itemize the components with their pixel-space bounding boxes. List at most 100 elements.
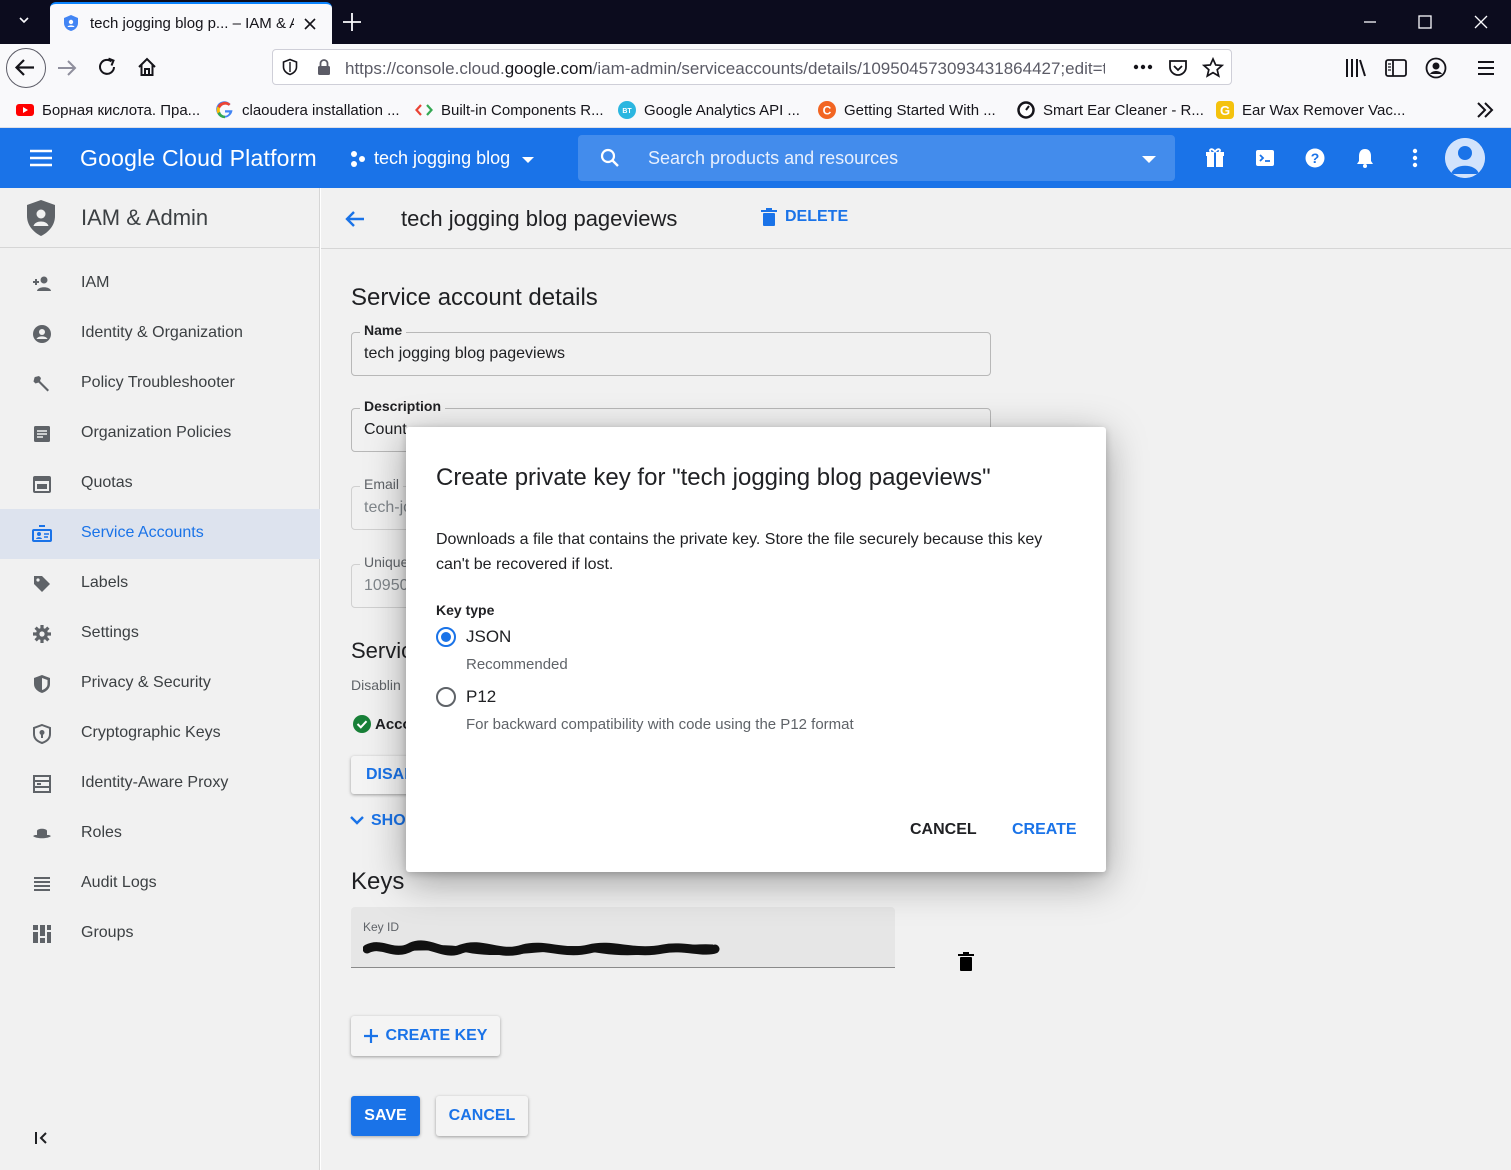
search-input[interactable]: Search products and resources <box>648 148 898 169</box>
account-icon[interactable] <box>1424 56 1448 80</box>
reload-icon[interactable] <box>96 56 118 78</box>
bookmark-item[interactable]: Smart Ear Cleaner - R... <box>1017 92 1204 128</box>
forward-icon[interactable] <box>56 57 78 79</box>
sidebar-toggle-icon[interactable] <box>1384 56 1408 80</box>
g-icon: G <box>1216 101 1234 119</box>
sidebar-item-cryptographic-keys[interactable]: Cryptographic Keys <box>0 709 320 759</box>
more-bookmarks-icon[interactable] <box>1474 100 1496 120</box>
p12-option-label[interactable]: P12 <box>466 687 496 707</box>
unique-id-value: 10950 <box>364 577 409 594</box>
show-more-label: SHO <box>371 812 406 829</box>
maximize-icon[interactable] <box>1415 12 1435 32</box>
lock-icon[interactable] <box>315 58 333 76</box>
create-private-key-dialog: Create private key for "tech jogging blo… <box>406 427 1106 872</box>
sidebar-item-policy-troubleshooter[interactable]: Policy Troubleshooter <box>0 359 320 409</box>
help-icon[interactable]: ? <box>1304 147 1326 169</box>
sidebar-item-label: Settings <box>81 624 139 641</box>
bookmark-item[interactable]: C Getting Started With ... <box>818 92 996 128</box>
gift-icon[interactable] <box>1204 147 1226 169</box>
more-vert-icon[interactable] <box>1404 147 1426 169</box>
tab-close-icon[interactable] <box>302 16 318 32</box>
project-selector[interactable]: tech jogging blog <box>348 148 540 169</box>
home-icon[interactable] <box>136 56 158 78</box>
bookmark-item[interactable]: Built-in Components R... <box>415 92 604 128</box>
p12-radio[interactable] <box>436 687 456 707</box>
bookmark-item[interactable]: G Ear Wax Remover Vac... <box>1216 92 1405 128</box>
list-icon <box>34 877 50 891</box>
trash-icon <box>761 208 777 226</box>
save-label: SAVE <box>364 1107 407 1124</box>
sidebar-item-label: Policy Troubleshooter <box>81 374 235 391</box>
json-option-label[interactable]: JSON <box>466 627 511 647</box>
sidebar-item-labels[interactable]: Labels <box>0 559 320 609</box>
back-arrow-icon[interactable] <box>343 207 367 231</box>
person-add-icon <box>33 276 51 291</box>
bookmark-item[interactable]: BT Google Analytics API ... <box>618 92 800 128</box>
url-prefix: https://console.cloud. <box>345 59 505 78</box>
chevron-down-icon <box>522 156 535 163</box>
save-button[interactable]: SAVE <box>351 1096 420 1136</box>
gear-icon <box>33 625 51 643</box>
sidebar-item-label: Audit Logs <box>81 874 157 891</box>
sidebar-item-groups[interactable]: Groups <box>0 909 320 959</box>
c-icon: C <box>818 101 836 119</box>
bookmark-item[interactable]: Борная кислота. Пра... <box>16 92 200 128</box>
sidebar-item-audit-logs[interactable]: Audit Logs <box>0 859 320 909</box>
url-domain: google.com <box>504 59 593 78</box>
delete-key-icon[interactable] <box>958 951 974 971</box>
delete-button[interactable]: DELETE <box>761 208 848 226</box>
create-key-button[interactable]: CREATE KEY <box>351 1016 500 1056</box>
sidebar-item-label: Roles <box>81 824 122 841</box>
minimize-icon[interactable] <box>1360 12 1380 32</box>
search-dropdown-icon[interactable] <box>1138 149 1160 169</box>
sidebar-item-organization-policies[interactable]: Organization Policies <box>0 409 320 459</box>
sidebar-item-identity-aware-proxy[interactable]: Identity-Aware Proxy <box>0 759 320 809</box>
hamburger-menu-icon[interactable] <box>28 147 54 169</box>
browser-navbar: https://console.cloud.google.com/iam-adm… <box>0 44 1511 92</box>
gcp-header: Google Cloud Platform tech jogging blog … <box>0 128 1511 188</box>
bookmark-item[interactable]: claoudera installation ... <box>216 92 400 128</box>
sidebar-item-label: Cryptographic Keys <box>81 724 221 741</box>
sidebar-item-privacy-security[interactable]: Privacy & Security <box>0 659 320 709</box>
pocket-icon[interactable] <box>1167 57 1189 79</box>
sidebar-item-iam[interactable]: IAM <box>0 259 320 309</box>
new-tab-icon[interactable] <box>341 11 363 33</box>
sidebar-item-settings[interactable]: Settings <box>0 609 320 659</box>
delete-label: DELETE <box>785 208 849 225</box>
address-bar[interactable]: https://console.cloud.google.com/iam-adm… <box>272 49 1232 85</box>
sidebar-item-service-accounts[interactable]: Service Accounts <box>0 509 320 559</box>
name-field[interactable]: Name tech jogging blog pageviews <box>351 322 991 376</box>
iam-shield-icon <box>25 199 57 237</box>
show-more-toggle[interactable]: SHO <box>349 812 406 830</box>
json-radio[interactable] <box>436 627 456 647</box>
bookmark-star-icon[interactable] <box>1202 57 1224 79</box>
project-dots-icon <box>351 150 365 167</box>
back-icon[interactable] <box>6 48 46 88</box>
sidebar-item-roles[interactable]: Roles <box>0 809 320 859</box>
search-bar[interactable]: Search products and resources <box>578 135 1175 181</box>
sidebar-item-identity-organization[interactable]: Identity & Organization <box>0 309 320 359</box>
plus-icon <box>363 1029 378 1043</box>
sidebar-item-quotas[interactable]: Quotas <box>0 459 320 509</box>
key-id-field: Key ID <box>351 907 895 968</box>
bookmark-label: Борная кислота. Пра... <box>42 101 201 119</box>
dialog-create-button[interactable]: CREATE <box>1012 821 1077 839</box>
page-actions-icon[interactable] <box>1131 57 1155 77</box>
gcp-logo-title[interactable]: Google Cloud Platform <box>80 145 317 172</box>
cancel-button[interactable]: CANCEL <box>436 1096 528 1136</box>
dialog-cancel-button[interactable]: CANCEL <box>910 821 977 839</box>
tracking-shield-icon[interactable] <box>281 58 299 76</box>
page-title: tech jogging blog pageviews <box>401 206 678 231</box>
email-value: tech-jo <box>364 499 413 516</box>
library-icon[interactable] <box>1344 56 1368 80</box>
cloud-shell-icon[interactable] <box>1254 147 1276 169</box>
close-window-icon[interactable] <box>1471 12 1491 32</box>
url-text[interactable]: https://console.cloud.google.com/iam-adm… <box>345 59 1105 79</box>
collapse-sidebar-icon[interactable] <box>32 1129 52 1147</box>
avatar[interactable] <box>1445 138 1485 178</box>
tab-list-icon[interactable] <box>14 10 34 30</box>
browser-tab[interactable]: tech jogging blog p... – IAM & Admin <box>50 2 332 44</box>
notifications-bell-icon[interactable] <box>1354 147 1376 169</box>
menu-icon[interactable] <box>1474 56 1498 80</box>
sidebar-title: IAM & Admin <box>81 205 209 230</box>
